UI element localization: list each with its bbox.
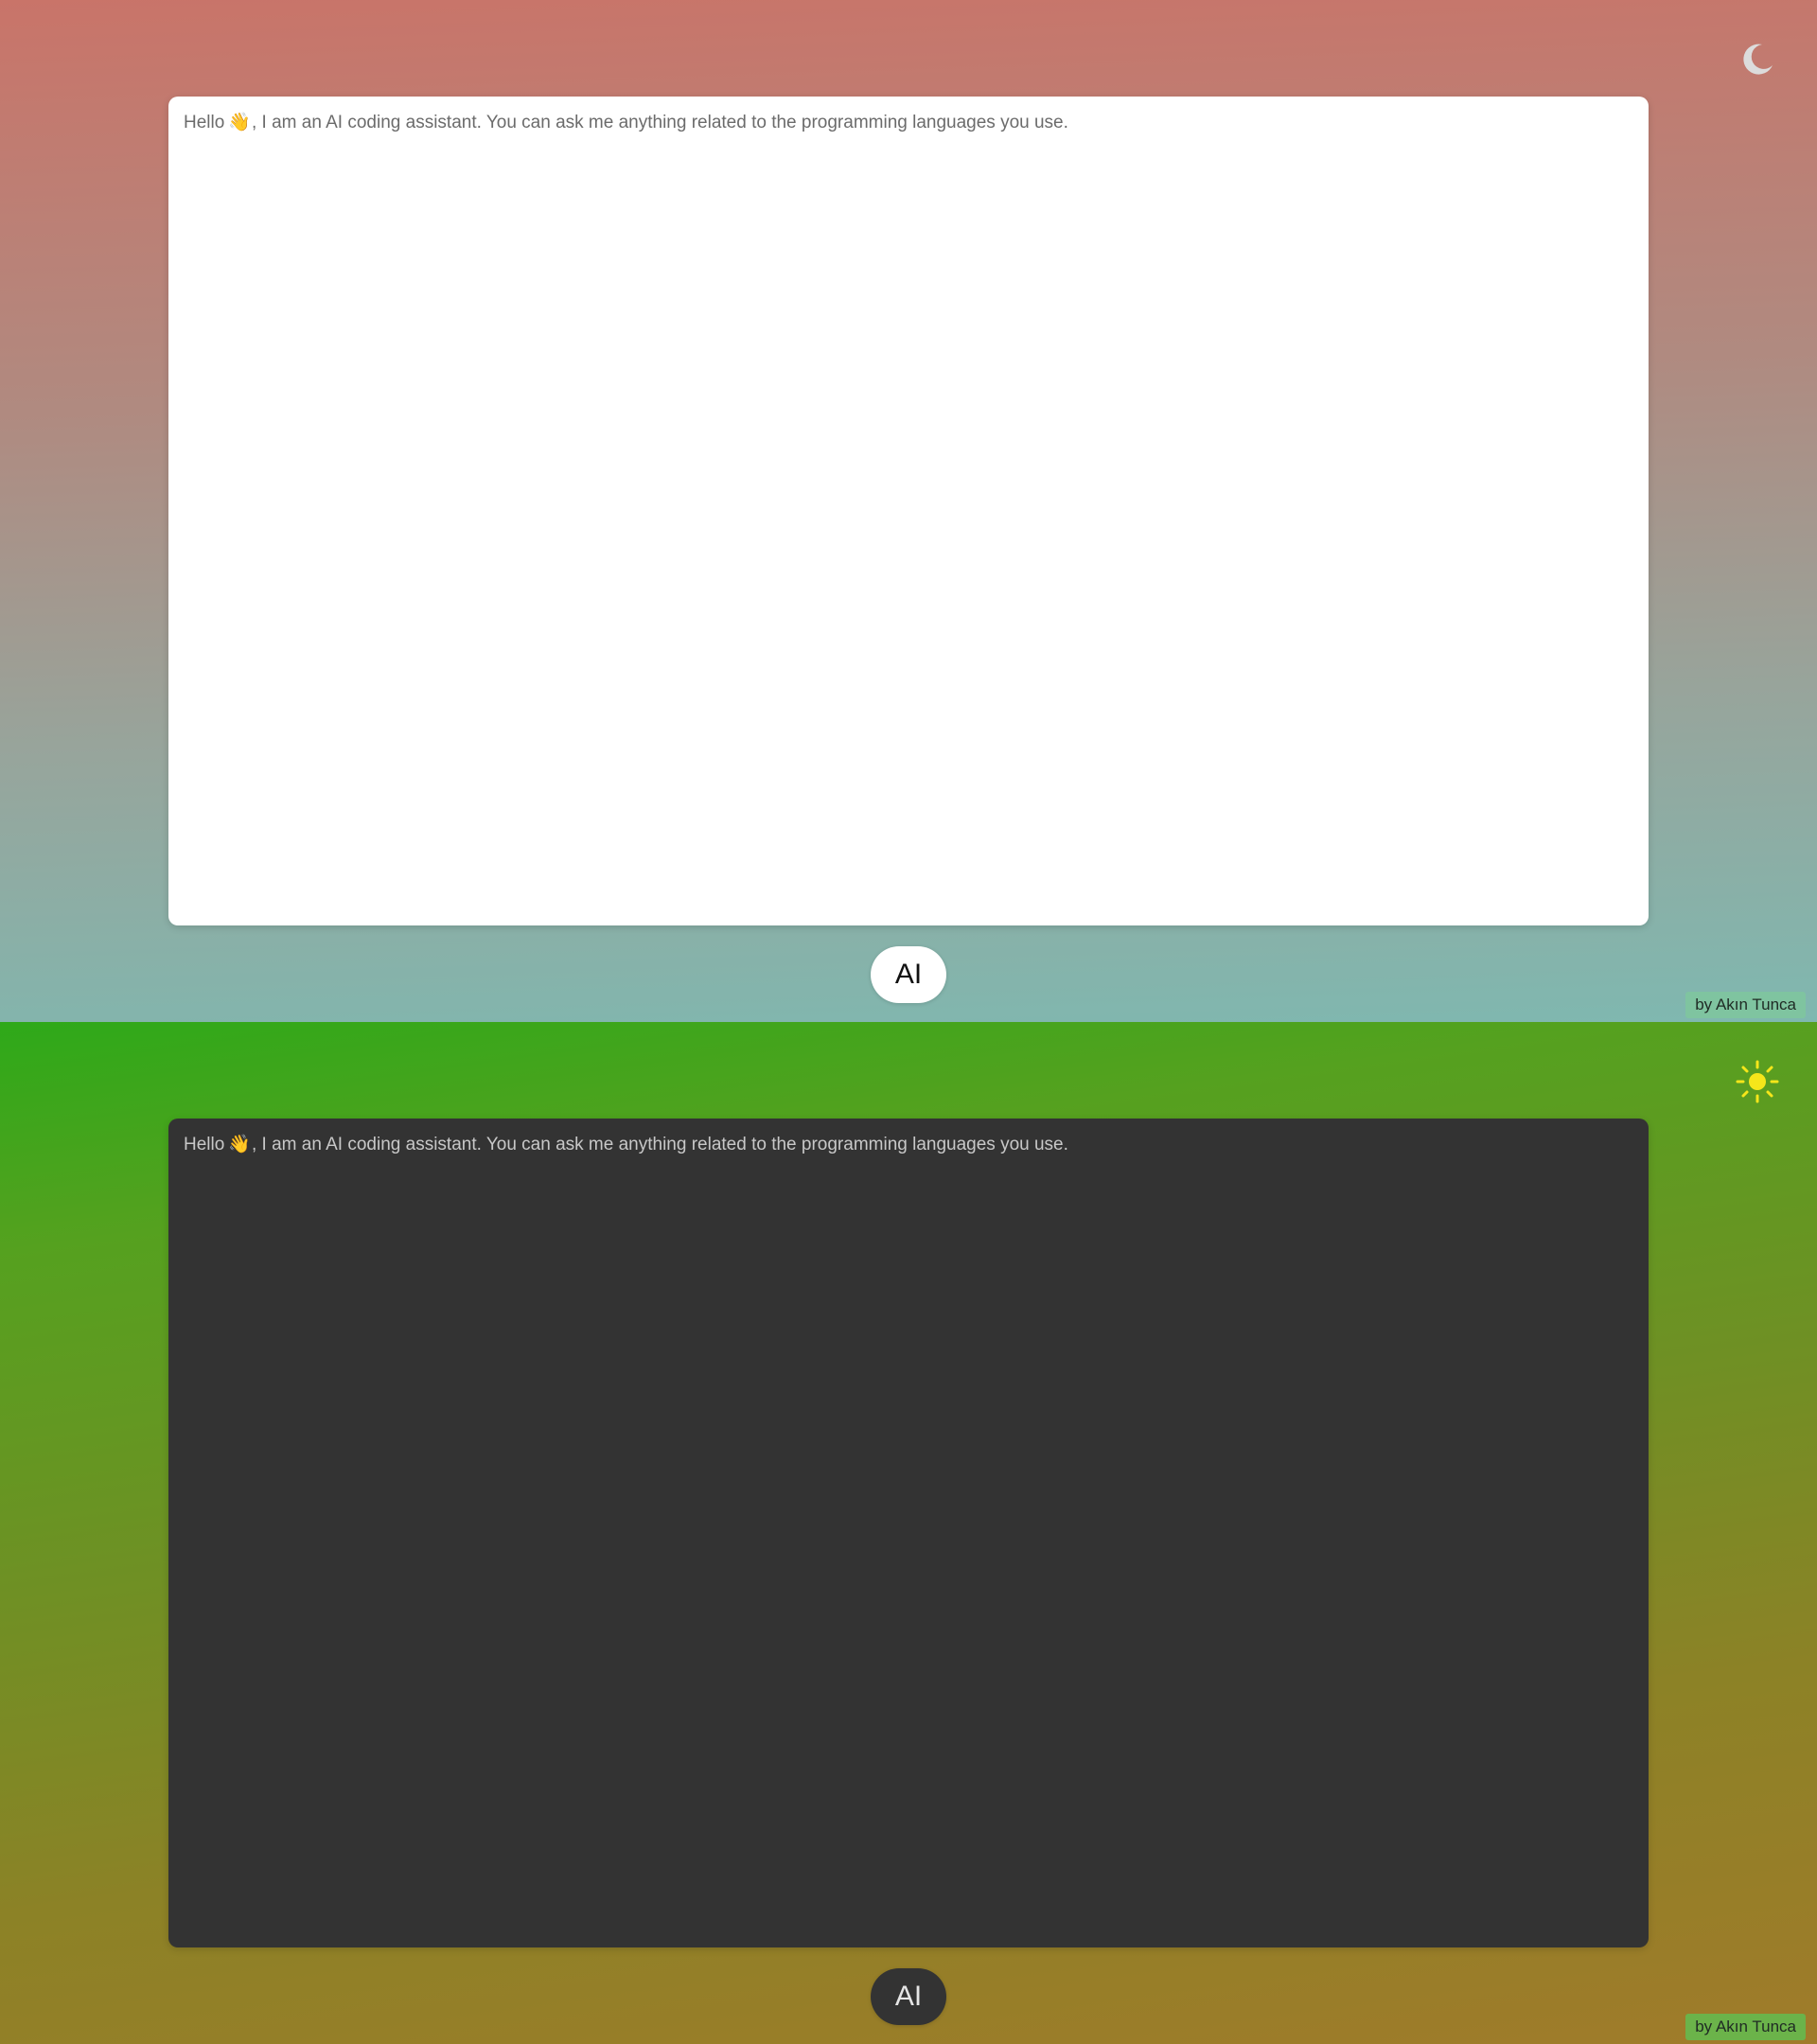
greeting-text: , I am an AI coding assistant. You can a… bbox=[251, 1135, 1068, 1154]
author-credit: by Akın Tunca bbox=[1685, 992, 1806, 1018]
light-mode-toggle[interactable] bbox=[1736, 1060, 1779, 1103]
assistant-greeting-message: Hello 👋, I am an AI coding assistant. You… bbox=[184, 110, 1633, 136]
assistant-greeting-message: Hello 👋, I am an AI coding assistant. You… bbox=[184, 1132, 1633, 1158]
ai-ask-button[interactable]: AI bbox=[871, 946, 946, 1003]
waving-hand-icon: 👋 bbox=[228, 1135, 251, 1154]
dark-mode-toggle[interactable] bbox=[1736, 38, 1779, 81]
chat-output-panel: Hello 👋, I am an AI coding assistant. You… bbox=[168, 1119, 1649, 1947]
sun-icon bbox=[1736, 1060, 1779, 1103]
waving-hand-icon: 👋 bbox=[228, 113, 251, 132]
greeting-text: , I am an AI coding assistant. You can a… bbox=[251, 113, 1068, 132]
greeting-prefix: Hello bbox=[184, 113, 225, 132]
dark-theme-screen: Hello 👋, I am an AI coding assistant. You… bbox=[0, 1022, 1817, 2044]
chat-output-panel: Hello 👋, I am an AI coding assistant. You… bbox=[168, 97, 1649, 925]
author-credit: by Akın Tunca bbox=[1685, 2014, 1806, 2040]
light-theme-screen: Hello 👋, I am an AI coding assistant. You… bbox=[0, 0, 1817, 1022]
ai-ask-button[interactable]: AI bbox=[871, 1968, 946, 2025]
greeting-prefix: Hello bbox=[184, 1135, 225, 1154]
moon-icon bbox=[1743, 44, 1773, 75]
